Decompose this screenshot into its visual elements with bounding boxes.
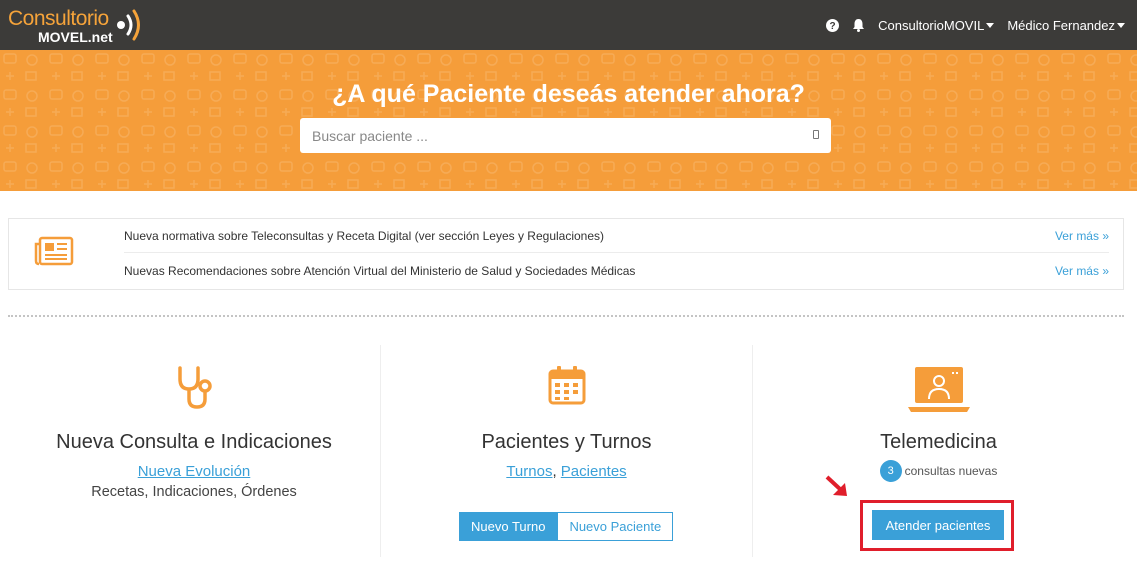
red-arrow-icon	[825, 475, 847, 496]
turnos-button-group: Nuevo Turno Nuevo Paciente	[459, 512, 674, 541]
count-badge: 3	[879, 460, 902, 482]
hero-title: ¿A qué Paciente deseás atender ahora?	[332, 80, 805, 108]
top-navbar: Consultorio MOVEL.net ? ConsultorioMOVIL…	[0, 0, 1137, 50]
telemedicina-panel: Telemedicina 3 consultas nuevas Atender …	[752, 345, 1124, 557]
telemedicina-title: Telemedicina	[880, 431, 997, 453]
nueva-evolucion-link[interactable]: Nueva Evolución	[138, 463, 251, 480]
news-more-link[interactable]: Ver más »	[1055, 229, 1109, 243]
consulta-subtitle: Recetas, Indicaciones, Órdenes	[91, 484, 297, 500]
user-label: Médico Fernandez	[1007, 17, 1115, 33]
svg-text:?: ?	[830, 21, 836, 32]
stethoscope-icon	[178, 366, 212, 409]
brand-name-line1: Consultorio	[8, 7, 109, 30]
calendar-icon	[548, 366, 585, 405]
news-item-text: Nuevas Recomendaciones sobre Atención Vi…	[124, 264, 636, 278]
hero-banner: ¿A qué Paciente deseás atender ahora?	[0, 50, 1137, 191]
patient-search-input[interactable]	[300, 118, 805, 153]
signal-icon	[117, 9, 140, 41]
account-label: ConsultorioMOVIL	[878, 17, 985, 33]
turnos-title: Pacientes y Turnos	[481, 431, 652, 453]
news-item: Nueva normativa sobre Teleconsultas y Re…	[124, 219, 1109, 253]
consulta-title: Nueva Consulta e Indicaciones	[56, 431, 332, 453]
links-separator: ,	[552, 463, 557, 480]
consulta-panel: Nueva Consulta e Indicaciones Nueva Evol…	[8, 345, 380, 557]
turnos-panel: Pacientes y Turnos Turnos, Pacientes Nue…	[380, 345, 752, 557]
question-circle-icon[interactable]: ?	[826, 18, 840, 32]
navbar-right: ? ConsultorioMOVIL Médico Fernandez	[813, 0, 1125, 50]
badge-text: consultas nuevas	[904, 464, 998, 478]
nuevo-turno-button[interactable]: Nuevo Turno	[459, 512, 558, 541]
patient-search	[300, 118, 831, 153]
user-dropdown[interactable]: Médico Fernandez	[1007, 18, 1125, 33]
section-divider	[8, 315, 1124, 317]
chevron-down-icon	[1117, 22, 1125, 28]
news-item-text: Nueva normativa sobre Teleconsultas y Re…	[124, 228, 605, 243]
new-consultations: 3 consultas nuevas	[753, 460, 1124, 482]
chevron-down-icon	[986, 22, 995, 28]
news-item: Nuevas Recomendaciones sobre Atención Vi…	[124, 254, 1109, 288]
newspaper-icon	[34, 236, 74, 266]
news-more-link[interactable]: Ver más »	[1055, 264, 1109, 278]
pacientes-link[interactable]: Pacientes	[561, 463, 627, 480]
turnos-link[interactable]: Turnos	[506, 463, 552, 480]
brand-name-line2: MOVEL.net	[38, 29, 113, 45]
news-panel: Nueva normativa sobre Teleconsultas y Re…	[8, 218, 1124, 290]
bell-icon[interactable]	[852, 18, 865, 32]
nuevo-paciente-button[interactable]: Nuevo Paciente	[557, 512, 674, 541]
search-icon[interactable]	[813, 130, 819, 139]
brand-logo[interactable]: Consultorio MOVEL.net	[8, 5, 148, 47]
atender-pacientes-button[interactable]: Atender pacientes	[872, 510, 1004, 540]
laptop-doctor-icon	[907, 367, 970, 412]
account-dropdown[interactable]: ConsultorioMOVIL	[878, 17, 995, 33]
